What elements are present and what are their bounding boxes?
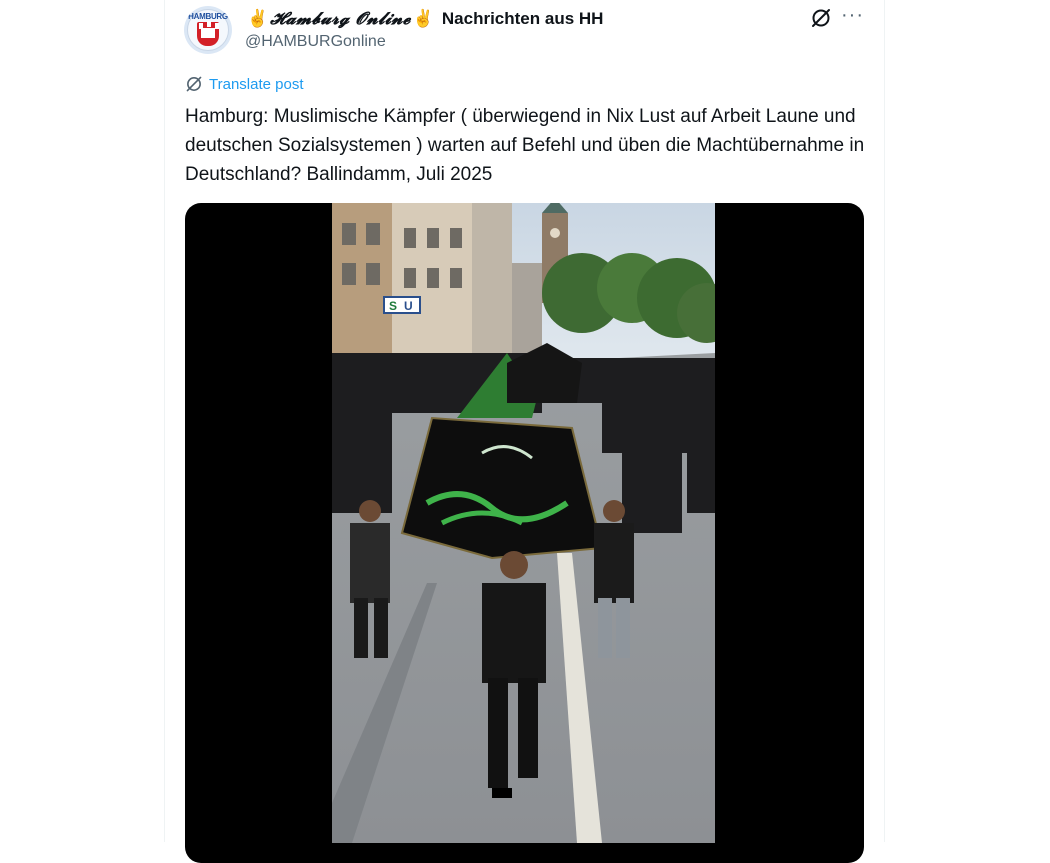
avatar-label: HAMBURG (188, 12, 228, 21)
translate-post-link[interactable]: Translate post (185, 74, 304, 94)
svg-text:S: S (389, 299, 397, 313)
avatar[interactable]: HAMBURG (184, 6, 232, 54)
svg-text:U: U (404, 299, 413, 313)
victory-hand-emoji: ✌ (247, 9, 269, 28)
grok-icon[interactable] (810, 7, 832, 29)
translate-icon (186, 76, 202, 92)
post-column: HAMBURG ✌ 𝓗𝓪𝓶𝓫𝓾𝓻𝓰 𝓞𝓷𝓵𝓲𝓷𝓮 ✌ Nachrichten a… (164, 0, 885, 863)
display-name-suffix: Nachrichten aus HH (441, 9, 604, 28)
castle-icon (199, 23, 215, 38)
video-frame: S U (332, 203, 715, 843)
video-player[interactable]: S U (185, 203, 864, 863)
author-name[interactable]: ✌ 𝓗𝓪𝓶𝓫𝓾𝓻𝓰 𝓞𝓷𝓵𝓲𝓷𝓮 ✌ Nachrichten aus HH (245, 8, 603, 30)
post-text: Hamburg: Muslimische Kämpfer ( überwiege… (185, 106, 865, 185)
author-handle[interactable]: @HAMBURGonline (245, 33, 386, 51)
victory-hand-emoji-2: ✌ (412, 9, 434, 28)
display-name: 𝓗𝓪𝓶𝓫𝓾𝓻𝓰 𝓞𝓷𝓵𝓲𝓷𝓮 (270, 9, 411, 29)
more-icon[interactable]: ··· (841, 5, 863, 28)
translate-label: Translate post (209, 75, 304, 93)
